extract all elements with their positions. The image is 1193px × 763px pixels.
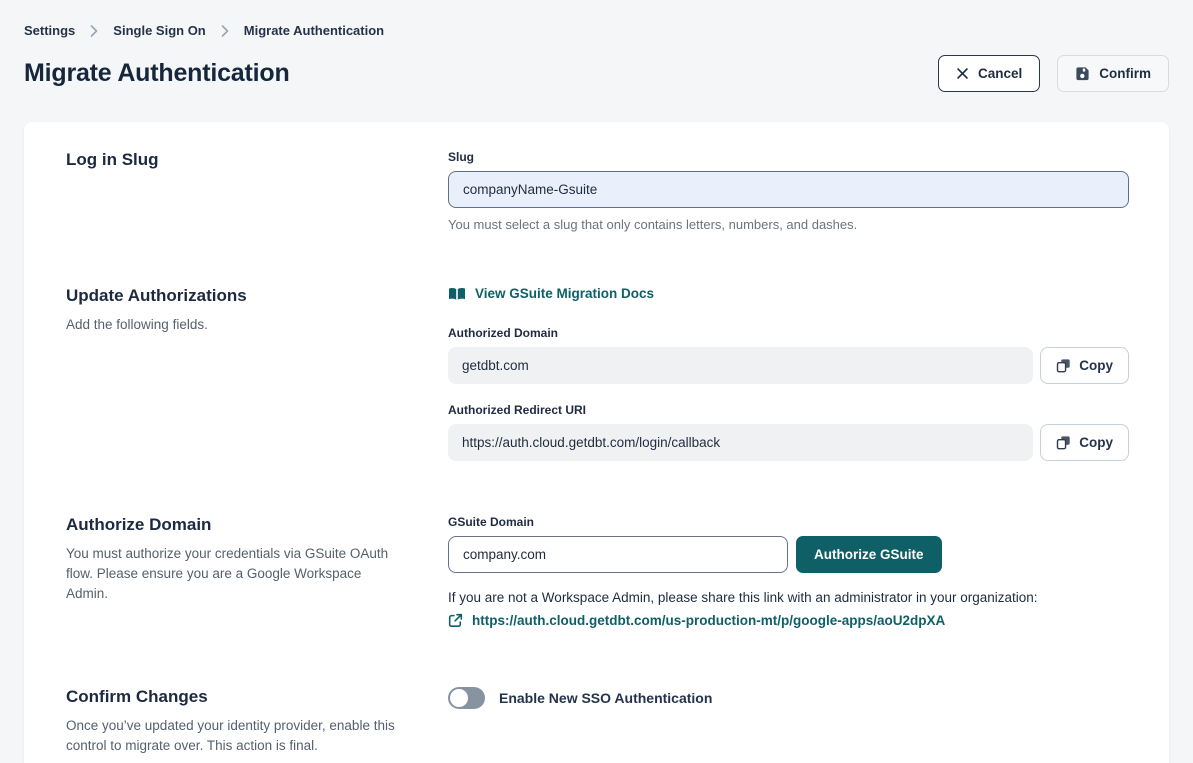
section-confirm-changes-head: Confirm Changes Once you’ve updated your… xyxy=(66,687,448,757)
authorize-gsuite-button[interactable]: Authorize GSuite xyxy=(796,536,942,573)
sso-toggle-label: Enable New SSO Authentication xyxy=(499,690,712,706)
copy-button-label: Copy xyxy=(1079,435,1113,450)
section-login-slug: Log in Slug Slug You must select a slug … xyxy=(66,150,1129,232)
section-login-slug-body: Slug You must select a slug that only co… xyxy=(448,150,1129,232)
cancel-button[interactable]: Cancel xyxy=(938,55,1040,92)
docs-link-row: View GSuite Migration Docs xyxy=(448,286,1129,306)
section-confirm-changes: Confirm Changes Once you’ve updated your… xyxy=(66,687,1129,757)
slug-input[interactable] xyxy=(448,171,1129,208)
redirect-uri-value: https://auth.cloud.getdbt.com/login/call… xyxy=(448,424,1033,461)
copy-authorized-domain-button[interactable]: Copy xyxy=(1040,347,1129,384)
page-title: Migrate Authentication xyxy=(24,59,290,88)
chevron-right-icon xyxy=(221,25,229,37)
section-confirm-changes-body: Enable New SSO Authentication xyxy=(448,687,1129,757)
section-heading: Log in Slug xyxy=(66,150,448,170)
confirm-button[interactable]: Confirm xyxy=(1057,55,1169,92)
header-actions: Cancel Confirm xyxy=(938,55,1169,92)
breadcrumb-single-sign-on[interactable]: Single Sign On xyxy=(113,23,205,38)
authorized-domain-value: getdbt.com xyxy=(448,347,1033,384)
section-description: Add the following fields. xyxy=(66,315,401,335)
gsuite-domain-row: Authorize GSuite xyxy=(448,536,1129,573)
authorized-domain-label: Authorized Domain xyxy=(448,326,1129,340)
cancel-button-label: Cancel xyxy=(978,66,1022,81)
breadcrumb: Settings Single Sign On Migrate Authenti… xyxy=(24,0,1169,38)
slug-helper-text: You must select a slug that only contain… xyxy=(448,217,1129,232)
section-update-authorizations-body: View GSuite Migration Docs Authorized Do… xyxy=(448,286,1129,461)
copy-redirect-uri-button[interactable]: Copy xyxy=(1040,424,1129,461)
x-icon xyxy=(956,67,969,80)
chevron-right-icon xyxy=(90,25,98,37)
gsuite-domain-input[interactable] xyxy=(448,536,788,573)
copy-icon xyxy=(1056,358,1071,373)
docs-link-label: View GSuite Migration Docs xyxy=(475,286,654,301)
breadcrumb-migrate-authentication: Migrate Authentication xyxy=(244,23,384,38)
section-description: Once you’ve updated your identity provid… xyxy=(66,716,401,757)
sso-toggle-row: Enable New SSO Authentication xyxy=(448,687,1129,709)
authorized-domain-row: getdbt.com Copy xyxy=(448,347,1129,384)
copy-button-label: Copy xyxy=(1079,358,1113,373)
workspace-admin-note: If you are not a Workspace Admin, please… xyxy=(448,590,1129,605)
section-description: You must authorize your credentials via … xyxy=(66,544,401,605)
redirect-uri-label: Authorized Redirect URI xyxy=(448,403,1129,417)
settings-card: Log in Slug Slug You must select a slug … xyxy=(24,122,1169,763)
enable-sso-toggle[interactable] xyxy=(448,687,485,709)
copy-icon xyxy=(1056,435,1071,450)
share-link-label: https://auth.cloud.getdbt.com/us-product… xyxy=(472,613,945,628)
section-update-authorizations: Update Authorizations Add the following … xyxy=(66,286,1129,461)
section-update-authorizations-head: Update Authorizations Add the following … xyxy=(66,286,448,461)
section-heading: Confirm Changes xyxy=(66,687,448,707)
migrate-authentication-page: Settings Single Sign On Migrate Authenti… xyxy=(0,0,1193,763)
gsuite-domain-label: GSuite Domain xyxy=(448,515,1129,529)
toggle-knob xyxy=(450,689,468,707)
breadcrumb-settings[interactable]: Settings xyxy=(24,23,75,38)
open-book-icon xyxy=(448,287,466,301)
external-link-icon xyxy=(448,613,463,628)
section-login-slug-head: Log in Slug xyxy=(66,150,448,232)
section-authorize-domain-head: Authorize Domain You must authorize your… xyxy=(66,515,448,633)
section-heading: Authorize Domain xyxy=(66,515,448,535)
save-icon xyxy=(1075,66,1090,81)
section-authorize-domain-body: GSuite Domain Authorize GSuite If you ar… xyxy=(448,515,1129,633)
section-heading: Update Authorizations xyxy=(66,286,448,306)
share-link-row: https://auth.cloud.getdbt.com/us-product… xyxy=(448,613,1129,633)
section-authorize-domain: Authorize Domain You must authorize your… xyxy=(66,515,1129,633)
gsuite-migration-docs-link[interactable]: View GSuite Migration Docs xyxy=(448,286,654,301)
confirm-button-label: Confirm xyxy=(1099,66,1151,81)
redirect-uri-row: https://auth.cloud.getdbt.com/login/call… xyxy=(448,424,1129,461)
google-apps-share-link[interactable]: https://auth.cloud.getdbt.com/us-product… xyxy=(448,613,945,628)
slug-label: Slug xyxy=(448,150,1129,164)
page-header: Migrate Authentication Cancel Confirm xyxy=(24,55,1169,92)
